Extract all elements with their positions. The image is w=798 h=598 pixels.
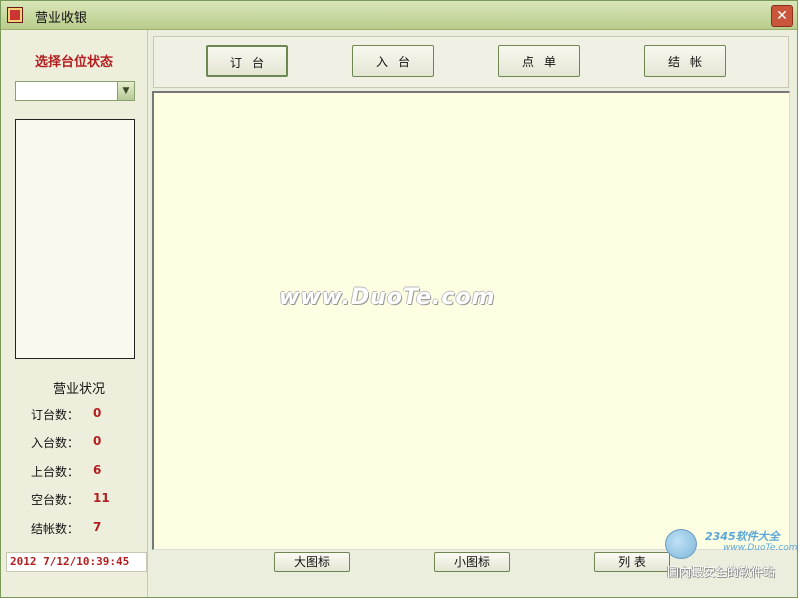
order-button[interactable]: 点单 bbox=[498, 45, 580, 77]
stat-value: 11 bbox=[93, 491, 110, 505]
large-icon-view-button[interactable]: 大图标 bbox=[274, 552, 350, 572]
table-status-select[interactable]: ▼ bbox=[15, 81, 135, 101]
logo-url: www.DuoTe.com bbox=[723, 543, 798, 553]
stat-settled: 结帐数： 7 bbox=[31, 520, 141, 536]
table-view-area[interactable] bbox=[152, 91, 790, 550]
table-status-list[interactable] bbox=[15, 119, 135, 359]
logo-slogan: 国内最安全的软件站 bbox=[667, 565, 776, 579]
corner-watermark-logo: 2345软件大全 www.DuoTe.com 国内最安全的软件站 bbox=[657, 525, 798, 585]
small-icon-view-button[interactable]: 小图标 bbox=[434, 552, 510, 572]
stat-value: 7 bbox=[93, 520, 102, 534]
stat-value: 6 bbox=[93, 463, 102, 477]
stat-label: 订台数： bbox=[31, 408, 80, 422]
stat-value: 0 bbox=[93, 406, 102, 420]
reserve-table-button[interactable]: 订台 bbox=[206, 45, 288, 77]
stat-label: 空台数： bbox=[31, 493, 80, 507]
stat-checked-in: 入台数： 0 bbox=[31, 434, 141, 450]
stat-label: 入台数： bbox=[31, 436, 80, 450]
stat-occupied: 上台数： 6 bbox=[31, 463, 141, 479]
stat-reserved: 订台数： 0 bbox=[31, 406, 141, 422]
stat-label: 上台数： bbox=[31, 465, 80, 479]
title-bar[interactable]: 营业收银 ✕ bbox=[1, 1, 797, 30]
business-summary-title: 营业状况 bbox=[52, 382, 105, 397]
app-icon bbox=[7, 7, 23, 23]
datetime-display: 2012 7/12/10:39:45 bbox=[6, 552, 147, 572]
app-window: 营业收银 ✕ 选择台位状态 ▼ 营业状况 订台数： 0 入台数： 0 上台数： … bbox=[0, 0, 798, 598]
mascot-icon bbox=[665, 529, 697, 559]
logo-brand: 2345软件大全 bbox=[705, 530, 780, 543]
window-title: 营业收银 bbox=[35, 11, 88, 26]
status-filter-title: 选择台位状态 bbox=[34, 55, 113, 70]
checkout-button[interactable]: 结帐 bbox=[644, 45, 726, 77]
stat-label: 结帐数： bbox=[31, 522, 80, 536]
top-toolbar: 订台 入台 点单 结帐 bbox=[153, 36, 789, 88]
chevron-down-icon[interactable]: ▼ bbox=[117, 82, 134, 100]
stat-vacant: 空台数： 11 bbox=[31, 491, 141, 507]
stat-value: 0 bbox=[93, 434, 102, 448]
close-button[interactable]: ✕ bbox=[771, 5, 793, 27]
watermark: www.DuoTe.com bbox=[279, 285, 496, 310]
close-icon: ✕ bbox=[776, 8, 788, 24]
check-in-button[interactable]: 入台 bbox=[352, 45, 434, 77]
left-panel: 选择台位状态 ▼ 营业状况 订台数： 0 入台数： 0 上台数： 6 空台数： … bbox=[1, 30, 148, 597]
